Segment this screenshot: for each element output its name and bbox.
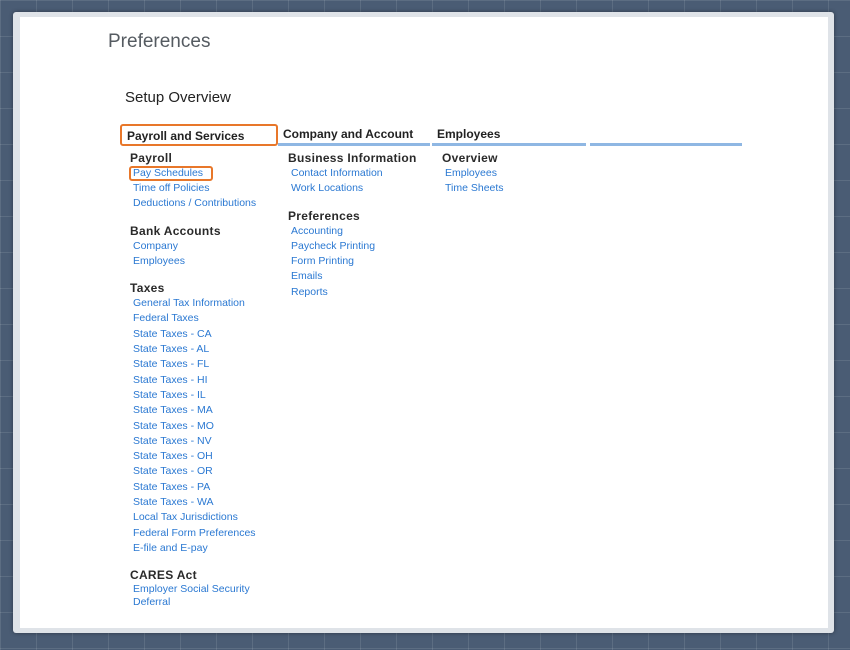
link-state-taxes-wa[interactable]: State Taxes - WA bbox=[130, 495, 278, 510]
link-time-off-policies[interactable]: Time off Policies bbox=[130, 181, 278, 196]
group-overview: Overview Employees Time Sheets bbox=[442, 151, 586, 197]
group-title-cares-act: CARES Act bbox=[130, 568, 197, 583]
link-state-taxes-oh[interactable]: State Taxes - OH bbox=[130, 449, 278, 464]
column-company-account: Company and Account Business Information… bbox=[278, 124, 430, 312]
link-paycheck-printing[interactable]: Paycheck Printing bbox=[288, 239, 430, 254]
link-emails[interactable]: Emails bbox=[288, 269, 430, 284]
link-state-taxes-pa[interactable]: State Taxes - PA bbox=[130, 480, 278, 495]
link-state-taxes-hi[interactable]: State Taxes - HI bbox=[130, 373, 278, 388]
tab-employees[interactable]: Employees bbox=[432, 124, 586, 146]
link-deductions-contributions[interactable]: Deductions / Contributions bbox=[130, 196, 278, 211]
link-time-sheets[interactable]: Time Sheets bbox=[442, 181, 586, 196]
group-bank-accounts: Bank Accounts Company Employees bbox=[130, 224, 278, 270]
payroll-groups: Payroll Pay Schedules Time off Policies … bbox=[120, 146, 278, 608]
preferences-panel: Preferences Setup Overview Payroll and S… bbox=[20, 17, 828, 628]
link-federal-form-preferences[interactable]: Federal Form Preferences bbox=[130, 526, 278, 541]
page-title: Preferences bbox=[108, 31, 211, 52]
link-local-tax-jurisdictions[interactable]: Local Tax Jurisdictions bbox=[130, 510, 278, 525]
link-accounting[interactable]: Accounting bbox=[288, 224, 430, 239]
group-cares-act: CARES Act Employer Social Security Defer… bbox=[130, 568, 278, 608]
group-business-information: Business Information Contact Information… bbox=[288, 151, 430, 197]
company-groups: Business Information Contact Information… bbox=[278, 146, 430, 300]
link-general-tax-information[interactable]: General Tax Information bbox=[130, 296, 278, 311]
link-work-locations[interactable]: Work Locations bbox=[288, 181, 430, 196]
link-state-taxes-nv[interactable]: State Taxes - NV bbox=[130, 434, 278, 449]
tab-payroll-and-services[interactable]: Payroll and Services bbox=[120, 124, 278, 146]
link-state-taxes-ma[interactable]: State Taxes - MA bbox=[130, 403, 278, 418]
group-title-bank-accounts: Bank Accounts bbox=[130, 223, 221, 238]
column-payroll-services: Payroll and Services Payroll Pay Schedul… bbox=[120, 124, 278, 620]
group-title-overview: Overview bbox=[442, 151, 498, 165]
link-bank-company[interactable]: Company bbox=[130, 239, 278, 254]
link-federal-taxes[interactable]: Federal Taxes bbox=[130, 311, 278, 326]
group-taxes: Taxes General Tax Information Federal Ta… bbox=[130, 281, 278, 556]
tab-company-and-account[interactable]: Company and Account bbox=[278, 124, 430, 146]
link-reports[interactable]: Reports bbox=[288, 285, 430, 300]
column-employees: Employees Overview Employees Time Sheets bbox=[432, 124, 586, 209]
employees-groups: Overview Employees Time Sheets bbox=[432, 146, 586, 197]
link-employer-social-security-deferral[interactable]: Employer Social Security Deferral bbox=[130, 583, 263, 608]
empty-column-header bbox=[590, 124, 742, 146]
link-state-taxes-fl[interactable]: State Taxes - FL bbox=[130, 357, 278, 372]
group-title-business-information: Business Information bbox=[288, 151, 417, 165]
link-form-printing[interactable]: Form Printing bbox=[288, 254, 430, 269]
link-bank-employees[interactable]: Employees bbox=[130, 254, 278, 269]
link-contact-information[interactable]: Contact Information bbox=[288, 166, 430, 181]
link-state-taxes-mo[interactable]: State Taxes - MO bbox=[130, 419, 278, 434]
group-preferences: Preferences Accounting Paycheck Printing… bbox=[288, 209, 430, 300]
link-pay-schedules[interactable]: Pay Schedules bbox=[129, 166, 213, 181]
group-title-preferences: Preferences bbox=[288, 208, 361, 223]
link-efile-and-epay[interactable]: E-file and E-pay bbox=[130, 541, 278, 556]
link-state-taxes-al[interactable]: State Taxes - AL bbox=[130, 342, 278, 357]
link-state-taxes-il[interactable]: State Taxes - IL bbox=[130, 388, 278, 403]
group-title-taxes: Taxes bbox=[130, 281, 165, 296]
column-empty bbox=[590, 124, 742, 146]
link-state-taxes-or[interactable]: State Taxes - OR bbox=[130, 464, 278, 479]
setup-overview-title: Setup Overview bbox=[125, 89, 231, 106]
link-overview-employees[interactable]: Employees bbox=[442, 166, 586, 181]
link-state-taxes-ca[interactable]: State Taxes - CA bbox=[130, 327, 278, 342]
group-payroll: Payroll Pay Schedules Time off Policies … bbox=[129, 151, 278, 212]
group-title-payroll: Payroll bbox=[130, 151, 173, 165]
